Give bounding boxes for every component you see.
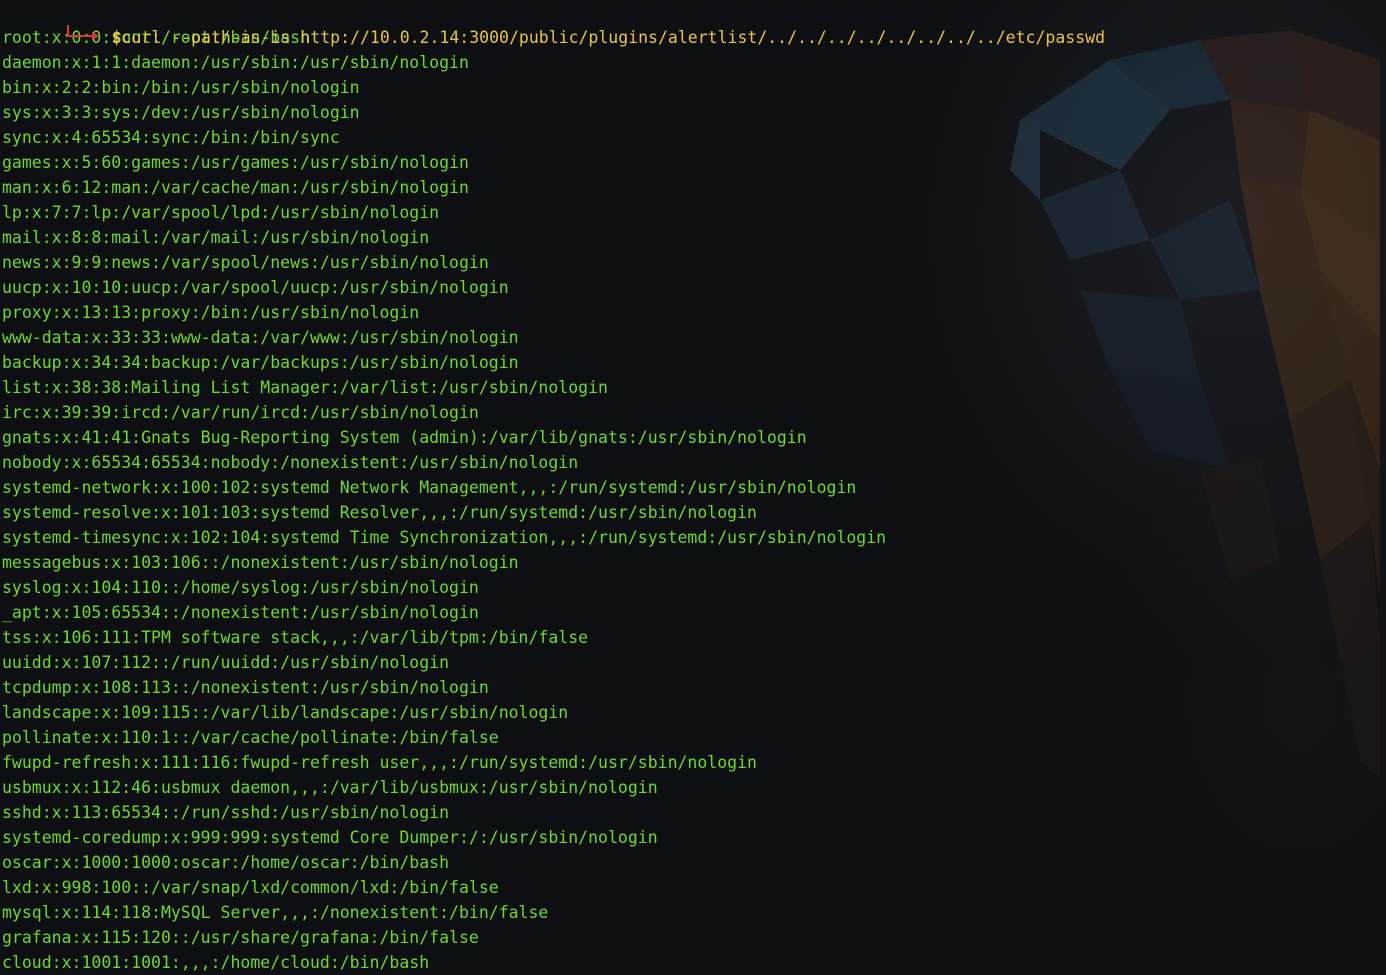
- output-line: systemd-network:x:100:102:systemd Networ…: [2, 478, 857, 497]
- output-line: mysql:x:114:118:MySQL Server,,,:/nonexis…: [2, 903, 549, 922]
- output-line: lxd:x:998:100::/var/snap/lxd/common/lxd:…: [2, 878, 499, 897]
- output-line: landscape:x:109:115::/var/lib/landscape:…: [2, 703, 569, 722]
- output-line: sys:x:3:3:sys:/dev:/usr/sbin/nologin: [2, 103, 360, 122]
- output-line: bin:x:2:2:bin:/bin:/usr/sbin/nologin: [2, 78, 360, 97]
- output-line: cloud:x:1001:1001:,,,:/home/cloud:/bin/b…: [2, 953, 430, 972]
- output-line: sync:x:4:65534:sync:/bin:/bin/sync: [2, 128, 340, 147]
- output-line: _apt:x:105:65534::/nonexistent:/usr/sbin…: [2, 603, 479, 622]
- output-line: messagebus:x:103:106::/nonexistent:/usr/…: [2, 553, 519, 572]
- output-line: lp:x:7:7:lp:/var/spool/lpd:/usr/sbin/nol…: [2, 203, 440, 222]
- command-text: curl --path-as-is http://10.0.2.14:3000/…: [121, 28, 1105, 47]
- command-output: root:x:0:0:root:/root:/bin/bash daemon:x:…: [2, 25, 1382, 975]
- output-line: news:x:9:9:news:/var/spool/news:/usr/sbi…: [2, 253, 489, 272]
- output-line: grafana:x:115:120::/usr/share/grafana:/b…: [2, 928, 479, 947]
- output-line: list:x:38:38:Mailing List Manager:/var/l…: [2, 378, 608, 397]
- output-line: proxy:x:13:13:proxy:/bin:/usr/sbin/nolog…: [2, 303, 420, 322]
- output-line: systemd-coredump:x:999:999:systemd Core …: [2, 828, 658, 847]
- output-line: usbmux:x:112:46:usbmux daemon,,,:/var/li…: [2, 778, 658, 797]
- output-line: daemon:x:1:1:daemon:/usr/sbin:/usr/sbin/…: [2, 53, 469, 72]
- output-line: mail:x:8:8:mail:/var/mail:/usr/sbin/nolo…: [2, 228, 430, 247]
- output-line: man:x:6:12:man:/var/cache/man:/usr/sbin/…: [2, 178, 469, 197]
- output-line: games:x:5:60:games:/usr/games:/usr/sbin/…: [2, 153, 469, 172]
- prompt-corner-arrow-icon: [62, 25, 100, 50]
- terminal-window[interactable]: $curl --path-as-is http://10.0.2.14:3000…: [0, 0, 1386, 975]
- output-line: sshd:x:113:65534::/run/sshd:/usr/sbin/no…: [2, 803, 450, 822]
- output-line: systemd-timesync:x:102:104:systemd Time …: [2, 528, 887, 547]
- output-line: www-data:x:33:33:www-data:/var/www:/usr/…: [2, 328, 519, 347]
- command-line[interactable]: $curl --path-as-is http://10.0.2.14:3000…: [2, 0, 1382, 47]
- output-line: tss:x:106:111:TPM software stack,,,:/var…: [2, 628, 589, 647]
- output-line: uuidd:x:107:112::/run/uuidd:/usr/sbin/no…: [2, 653, 450, 672]
- output-line: systemd-resolve:x:101:103:systemd Resolv…: [2, 503, 757, 522]
- output-line: gnats:x:41:41:Gnats Bug-Reporting System…: [2, 428, 807, 447]
- output-line: nobody:x:65534:65534:nobody:/nonexistent…: [2, 453, 579, 472]
- output-line: syslog:x:104:110::/home/syslog:/usr/sbin…: [2, 578, 479, 597]
- output-line: backup:x:34:34:backup:/var/backups:/usr/…: [2, 353, 519, 372]
- output-line: tcpdump:x:108:113::/nonexistent:/usr/sbi…: [2, 678, 489, 697]
- output-line: oscar:x:1000:1000:oscar:/home/oscar:/bin…: [2, 853, 450, 872]
- output-line: fwupd-refresh:x:111:116:fwupd-refresh us…: [2, 753, 757, 772]
- output-line: irc:x:39:39:ircd:/var/run/ircd:/usr/sbin…: [2, 403, 479, 422]
- terminal-content: $curl --path-as-is http://10.0.2.14:3000…: [2, 0, 1382, 975]
- output-line: uucp:x:10:10:uucp:/var/spool/uucp:/usr/s…: [2, 278, 509, 297]
- prompt-symbol: $: [111, 28, 122, 47]
- output-line: pollinate:x:110:1::/var/cache/pollinate:…: [2, 728, 499, 747]
